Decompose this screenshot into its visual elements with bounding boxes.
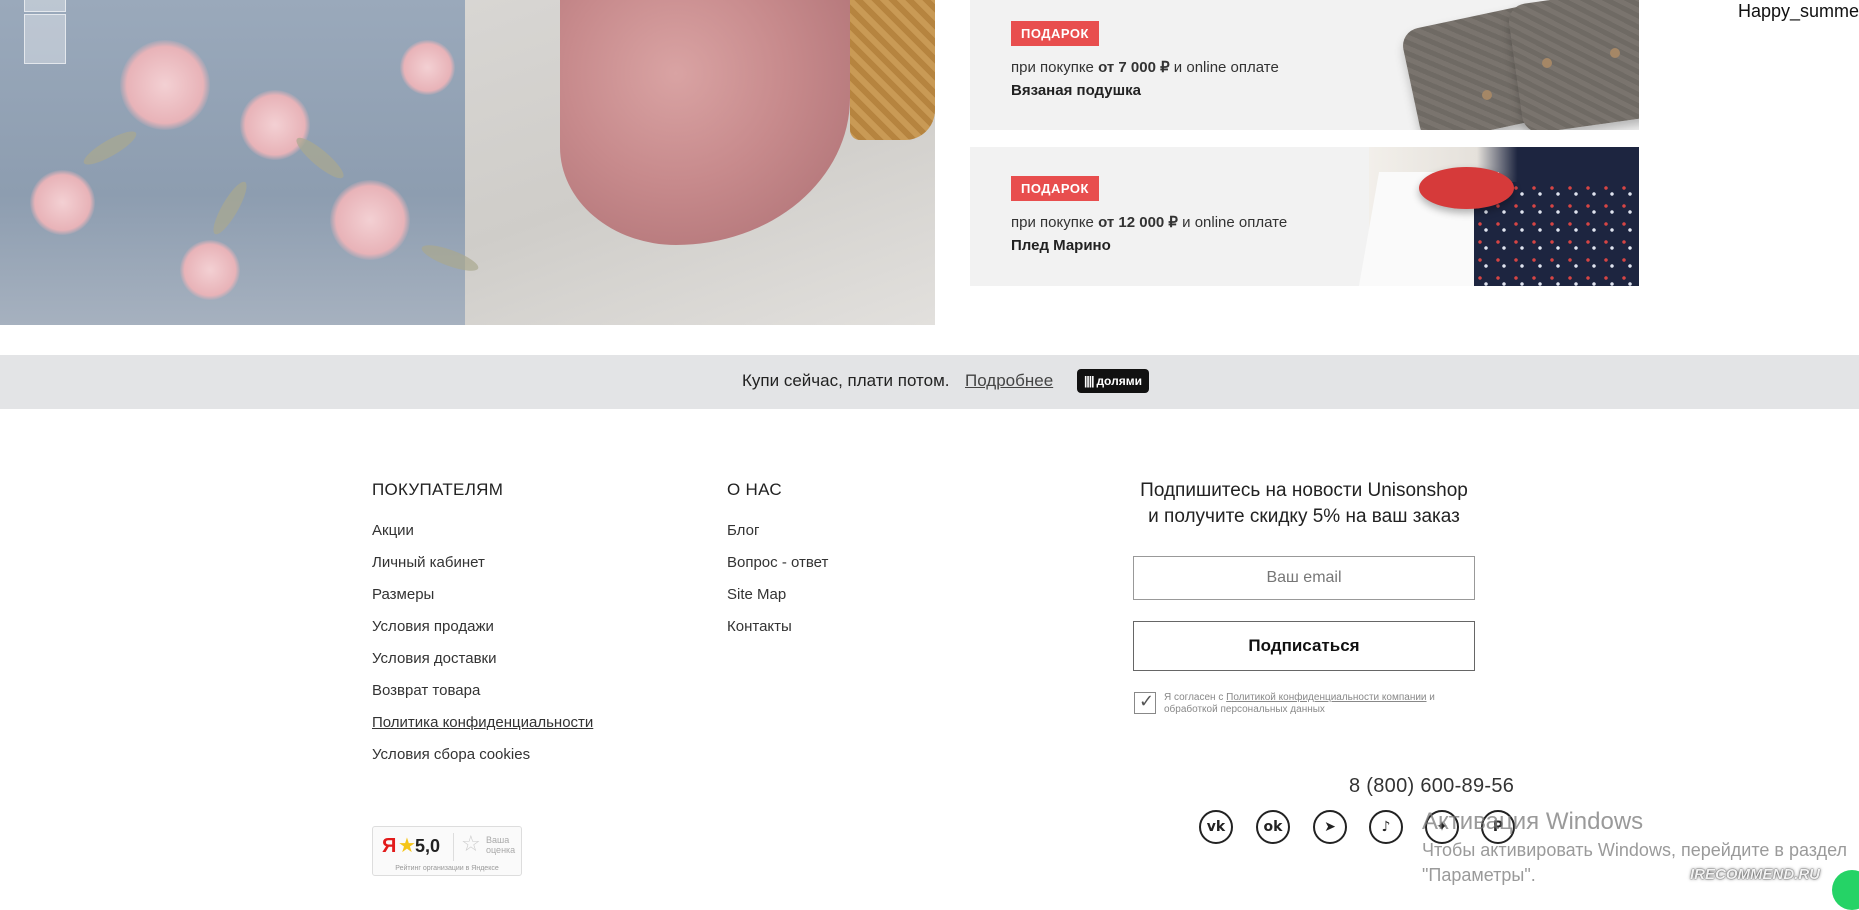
gift-card[interactable]: ПОДАРОК при покупке от 7 000 ₽ и online … (970, 0, 1639, 130)
bnpl-banner: Купи сейчас, плати потом. Подробнее ||||… (0, 355, 1859, 409)
empty-star-icon[interactable]: ☆ (461, 832, 481, 857)
gift-card[interactable]: ПОДАРОК при покупке от 12 000 ₽ и online… (970, 147, 1639, 286)
leaf-motif (80, 126, 140, 170)
odnoklassniki-icon[interactable]: ok (1256, 810, 1290, 844)
phone-number[interactable]: 8 (800) 600-89-56 (1349, 775, 1514, 798)
footer-link-privacy-policy[interactable]: Политика конфиденциальности (372, 714, 593, 731)
windows-activation-title: Активация Windows (1422, 808, 1644, 835)
gift-name: Вязаная подушка (1011, 82, 1141, 99)
bnpl-more-link[interactable]: Подробнее (965, 371, 1053, 391)
flower-motif (180, 240, 240, 300)
flower-motif (330, 180, 410, 260)
gift-condition: при покупке от 7 000 ₽ и online оплате (1011, 59, 1279, 76)
tiktok-icon[interactable]: ♪ (1369, 810, 1403, 844)
consent-prefix: Я согласен с (1164, 692, 1227, 703)
whatsapp-chat-icon[interactable] (1832, 870, 1859, 910)
buyers-column-title: ПОКУПАТЕЛЯМ (372, 480, 504, 499)
vk-icon[interactable]: vk (1199, 810, 1233, 844)
dolyami-badge[interactable]: |||| долями (1077, 369, 1149, 393)
yandex-logo: Я (382, 835, 397, 857)
gift-name: Плед Марино (1011, 237, 1111, 254)
yandex-rating-widget[interactable]: Я ★ 5,0 ☆ Ваша оценка Рейтинг организаци… (372, 826, 522, 876)
email-field[interactable] (1133, 556, 1475, 600)
footer-link-cookies[interactable]: Условия сбора cookies (372, 746, 530, 763)
about-column-title: О НАС (727, 480, 782, 499)
rating-score: 5,0 (415, 836, 441, 856)
footer-link-promotions[interactable]: Акции (372, 522, 414, 539)
username: Happy_summer (1738, 1, 1859, 21)
footer-link-contacts[interactable]: Контакты (727, 618, 792, 635)
footer-link-faq[interactable]: Вопрос - ответ (727, 554, 828, 571)
flower-motif (120, 40, 210, 130)
dolyami-logo-icon: |||| (1084, 374, 1094, 388)
footer-link-returns[interactable]: Возврат товара (372, 682, 480, 699)
gift-badge: ПОДАРОК (1011, 21, 1099, 46)
rating-caption: Рейтинг организации в Яндексе (395, 865, 499, 872)
plaid-bed-image (1358, 147, 1639, 286)
dolyami-label: долями (1096, 374, 1142, 388)
subscribe-button[interactable]: Подписаться (1133, 621, 1475, 671)
site-watermark: IRECOMMEND.RU (1690, 866, 1820, 883)
star-icon: ★ (398, 833, 416, 857)
consent-text: Я согласен с Политикой конфиденциальност… (1164, 692, 1484, 716)
checkmark-icon: ✓ (1139, 691, 1155, 712)
gift-condition: при покупке от 12 000 ₽ и online оплате (1011, 214, 1288, 231)
consent-policy-link[interactable]: Политикой конфиденциальности компании (1226, 692, 1426, 703)
hero-image (0, 0, 935, 325)
footer-link-sizes[interactable]: Размеры (372, 586, 434, 603)
your-rating-label: Ваша оценка (486, 835, 516, 855)
footer-link-sitemap[interactable]: Site Map (727, 586, 786, 603)
gallery-thumbnail[interactable] (24, 14, 66, 64)
flower-motif (30, 170, 95, 235)
footer-link-sale-terms[interactable]: Условия продажи (372, 618, 494, 635)
consent-checkbox[interactable]: ✓ (1134, 691, 1156, 714)
footer-link-delivery-terms[interactable]: Условия доставки (372, 650, 496, 667)
wicker-basket (850, 0, 935, 140)
leaf-motif (291, 132, 349, 184)
newsletter-title-line: Подпишитесь на новости Unisonshop (1140, 480, 1468, 501)
newsletter-title: Подпишитесь на новости Unisonshop и полу… (1120, 478, 1488, 530)
newsletter-title-line: и получите скидку 5% на ваш заказ (1148, 506, 1460, 527)
bnpl-text: Купи сейчас, плати потом. (742, 371, 950, 390)
divider (453, 833, 454, 861)
flower-motif (400, 40, 455, 95)
telegram-icon[interactable]: ➤ (1313, 810, 1347, 844)
gift-badge: ПОДАРОК (1011, 176, 1099, 201)
gallery-thumbnail[interactable] (24, 0, 66, 12)
footer-link-blog[interactable]: Блог (727, 522, 759, 539)
footer-link-account[interactable]: Личный кабинет (372, 554, 485, 571)
leaf-motif (208, 178, 252, 238)
